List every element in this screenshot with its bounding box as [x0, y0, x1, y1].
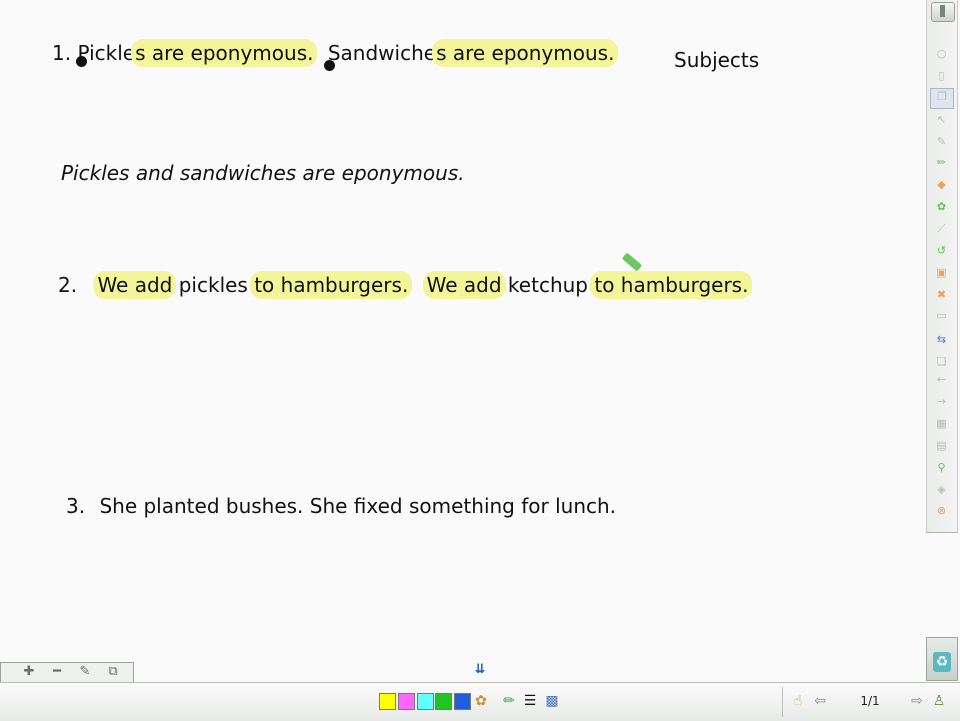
forward-icon[interactable]: →	[934, 394, 949, 409]
close-icon[interactable]: ⊗	[934, 503, 949, 518]
line-2-highlight-2: to hamburgers.	[250, 271, 413, 299]
eraser-icon[interactable]: ◆	[934, 177, 949, 192]
recycle-bin-icon[interactable]: ♻	[926, 637, 958, 681]
line-2-pickles: pickles	[172, 273, 248, 297]
scroll-up-icon[interactable]	[931, 2, 955, 22]
color-pink-swatch[interactable]	[398, 693, 415, 710]
line-3: 3. She planted bushes. She fixed somethi…	[66, 493, 616, 519]
select-icon[interactable]: ↖	[934, 112, 949, 127]
pen-icon[interactable]: ✏	[934, 155, 949, 170]
line-style-icon[interactable]: ☰	[521, 692, 539, 710]
magic-wand-icon[interactable]: ✎	[934, 134, 949, 149]
ruler-icon[interactable]: ⟋	[934, 221, 949, 236]
line-1-number: 1.	[52, 41, 72, 65]
transparency-icon[interactable]: ▩	[543, 692, 561, 710]
color-green-swatch[interactable]	[435, 693, 452, 710]
circle-icon[interactable]: ○	[934, 46, 949, 61]
subject-marker-dot	[76, 56, 87, 67]
hand-pointer-icon[interactable]: ☝	[789, 692, 807, 710]
paint-icon[interactable]: ✿	[934, 199, 949, 214]
divider	[782, 687, 783, 717]
bottom-toolbar: ✿ ✏ ☰ ▩ ☝ ⇦ 1/1 ⇨ ♙	[0, 682, 960, 721]
zoom-toolbar: ✚ ━ ✎ ⧉	[0, 662, 134, 683]
pen-width-icon[interactable]: ✏	[500, 692, 518, 710]
line-2-highlight-3: We add	[422, 271, 506, 299]
copy-icon[interactable]: ❏	[934, 354, 949, 369]
back-icon[interactable]: ←	[934, 372, 949, 387]
color-cyan-swatch[interactable]	[417, 693, 434, 710]
whiteboard-canvas[interactable]: 1. Pickles are eponymous. Sandwiches are…	[0, 0, 926, 662]
previous-page-icon[interactable]: ⇦	[811, 692, 829, 710]
zoom-in-icon[interactable]: ✚	[17, 664, 41, 680]
screen-shade-icon[interactable]: ⚲	[934, 460, 949, 475]
table-icon[interactable]: ▦	[934, 416, 949, 431]
edit-page-icon[interactable]: ✎	[73, 664, 97, 680]
page-sorter-icon[interactable]: ⇆	[934, 332, 949, 347]
line-1-highlight-1: s are eponymous.	[131, 39, 318, 67]
line-1-sandwiche: Sandwiche	[327, 41, 437, 65]
image-icon[interactable]: ▣	[934, 265, 949, 280]
undo-icon[interactable]: ↺	[934, 243, 949, 258]
fit-page-icon[interactable]: ⧉	[101, 664, 125, 680]
user-icon[interactable]: ♙	[930, 692, 948, 710]
subjects-heading: Subjects	[674, 48, 760, 72]
line-2-highlight-4: to hamburgers.	[590, 271, 753, 299]
save-icon[interactable]: ▤	[934, 438, 949, 453]
palette-icon[interactable]: ✿	[472, 692, 490, 710]
line-2-ketchup: ketchup	[501, 273, 588, 297]
color-blue-swatch[interactable]	[454, 693, 471, 710]
combined-sentence: Pickles and sandwiches are eponymous.	[61, 161, 465, 185]
right-toolbar: ○ ▯ ❐ ↖ ✎ ✏ ◆ ✿ ⟋ ↺ ▣ ✖ ▭ ⇆ ❏ ← → ▦ ▤ ⚲ …	[926, 0, 958, 533]
expand-down-icon[interactable]: ⇊	[470, 660, 490, 680]
line-2-highlight-1: We add	[93, 271, 177, 299]
line-3-text: She planted bushes. She fixed something …	[99, 494, 617, 518]
spotlight-icon[interactable]: ◈	[934, 482, 949, 497]
line-2: 2. We add pickles to hamburgers. We add …	[58, 271, 753, 299]
line-1-highlight-2: s are eponymous.	[432, 39, 619, 67]
subject-marker-dot	[324, 60, 335, 71]
zoom-out-icon[interactable]: ━	[45, 664, 69, 680]
line-3-number: 3.	[66, 494, 86, 518]
delete-icon[interactable]: ✖	[934, 287, 949, 302]
color-yellow-swatch[interactable]	[379, 693, 396, 710]
page-indicator: 1/1	[860, 694, 880, 708]
next-page-icon[interactable]: ⇨	[908, 692, 926, 710]
page-icon[interactable]: ❐	[930, 88, 954, 109]
pointer-icon[interactable]: ▯	[934, 68, 949, 83]
line-2-number: 2.	[58, 273, 78, 297]
blank-page-icon[interactable]: ▭	[934, 308, 949, 323]
highlighter-pen-cursor-icon	[621, 252, 643, 272]
